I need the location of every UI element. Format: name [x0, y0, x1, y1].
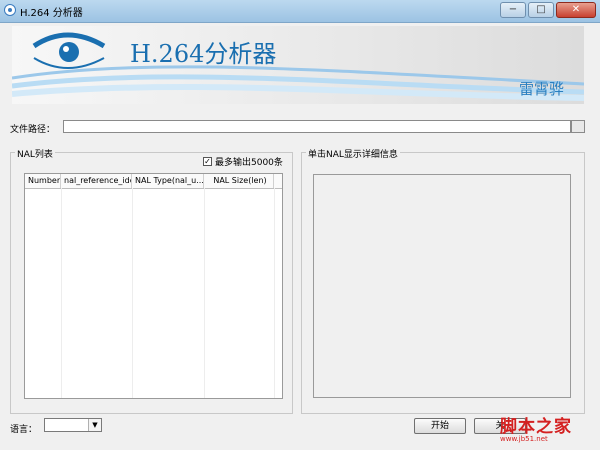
- file-path-input[interactable]: [63, 120, 571, 133]
- nal-table-header: Number nal_reference_idc NAL Type(nal_u.…: [25, 174, 282, 189]
- eye-icon: [32, 32, 106, 69]
- detail-legend: 单击NAL显示详细信息: [306, 147, 400, 160]
- watermark-text: 脚本之家: [500, 417, 572, 437]
- max-output-checkbox[interactable]: ✓: [203, 157, 212, 166]
- browse-button[interactable]: [571, 120, 585, 133]
- language-label: 语言：: [10, 425, 38, 435]
- window-controls: − □ ✕: [498, 2, 596, 18]
- column-header-nal-reference-idc[interactable]: nal_reference_idc: [61, 174, 132, 188]
- column-header-nal-type[interactable]: NAL Type(nal_u...: [132, 174, 204, 188]
- start-button[interactable]: 开始: [414, 418, 466, 434]
- max-output-option[interactable]: ✓ 最多输出5000条: [203, 155, 283, 168]
- banner-title: H.264分析器: [130, 40, 277, 68]
- nal-list-legend: NAL列表: [15, 147, 55, 160]
- nal-table-body[interactable]: [25, 188, 282, 398]
- dropdown-arrow-icon[interactable]: ▼: [88, 419, 101, 431]
- language-select[interactable]: ▼: [44, 418, 102, 432]
- column-header-number[interactable]: Number: [25, 174, 61, 188]
- max-output-label: 最多输出5000条: [215, 158, 283, 168]
- banner-swoosh-graphic: [12, 32, 584, 101]
- banner-author: 雷霄骅: [518, 80, 564, 98]
- window-titlebar[interactable]: H.264 分析器 − □ ✕: [0, 0, 600, 23]
- nal-detail-tree[interactable]: [313, 174, 571, 398]
- maximize-button[interactable]: □: [528, 2, 554, 18]
- site-watermark: 脚本之家 www.jb51.net: [500, 412, 596, 448]
- file-path-label: 文件路径：: [10, 125, 56, 135]
- window-title: H.264 分析器: [20, 8, 83, 19]
- close-window-button[interactable]: ✕: [556, 2, 596, 18]
- column-header-nal-size[interactable]: NAL Size(len): [204, 174, 274, 188]
- header-banner: H.264分析器 雷霄骅: [12, 26, 584, 104]
- minimize-button[interactable]: −: [500, 2, 526, 18]
- app-eye-icon: [4, 4, 16, 16]
- nal-table[interactable]: Number nal_reference_idc NAL Type(nal_u.…: [24, 173, 283, 399]
